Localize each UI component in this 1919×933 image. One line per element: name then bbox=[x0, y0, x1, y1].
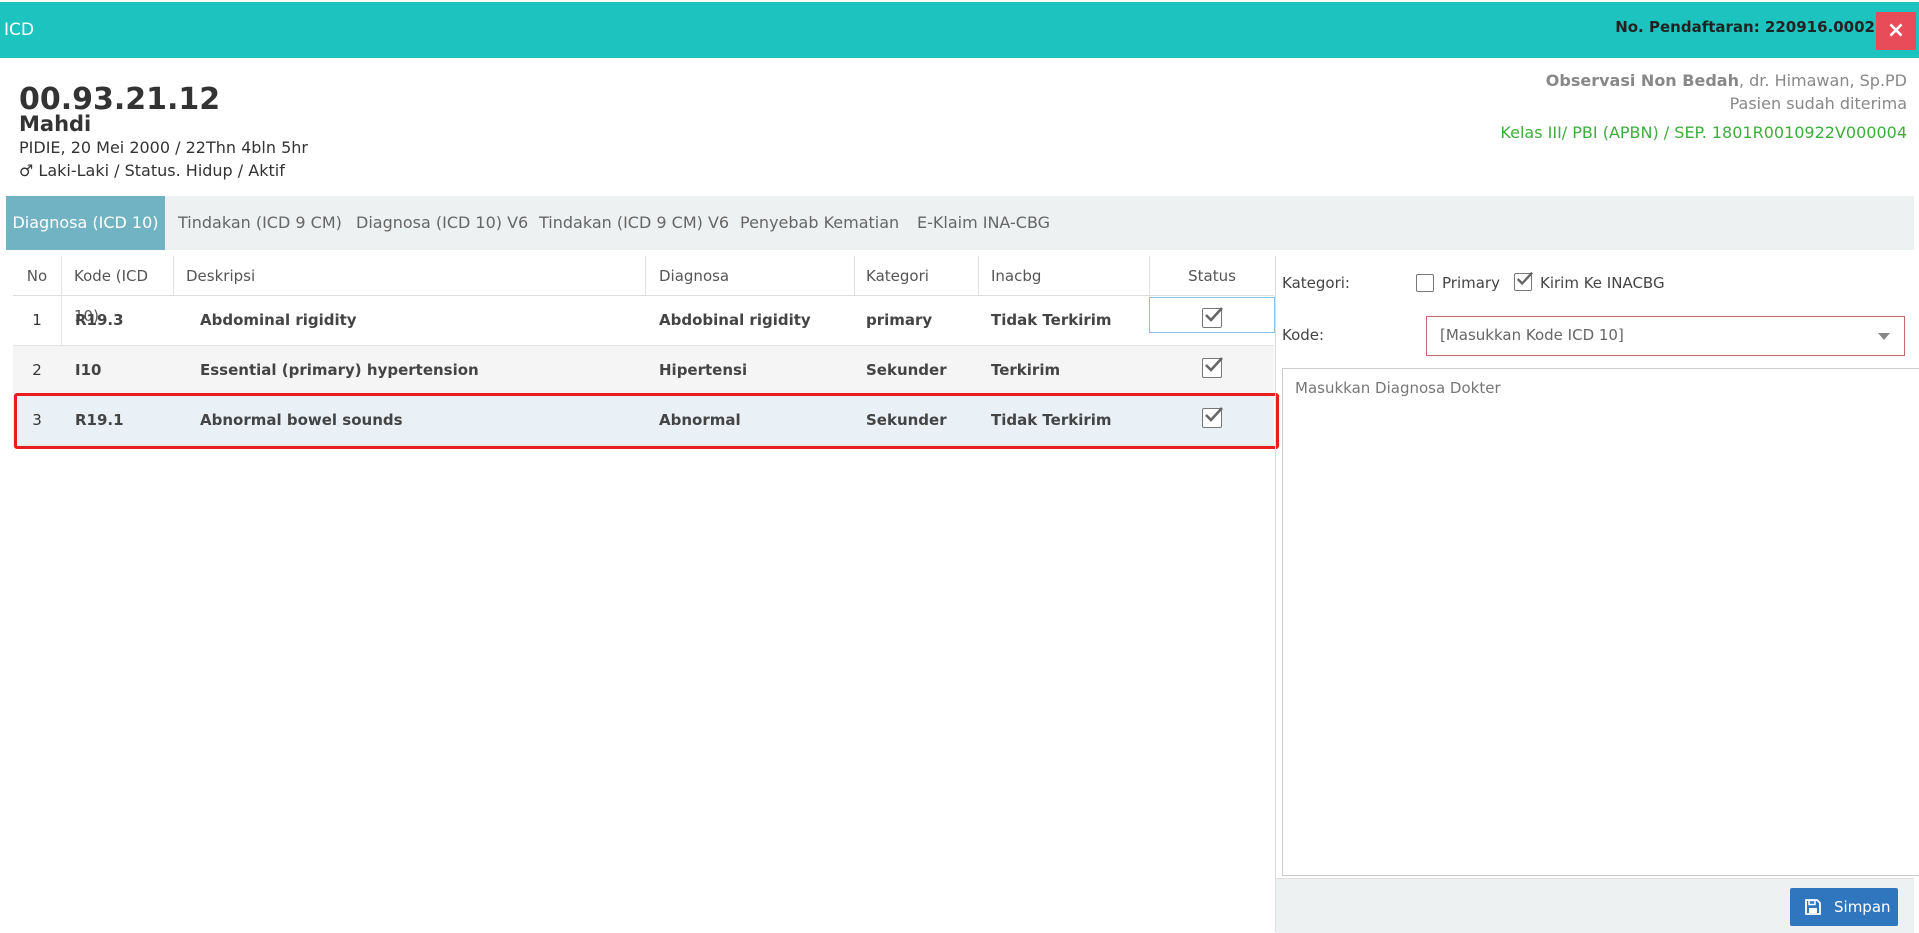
col-no[interactable]: No bbox=[13, 256, 62, 295]
dialog-titlebar: ICD No. Pendaftaran: 220916.0002 × bbox=[0, 2, 1919, 58]
row-diagnosa: Abdobinal rigidity bbox=[659, 311, 811, 329]
chevron-down-icon[interactable] bbox=[1878, 333, 1890, 340]
row-kategori: Sekunder bbox=[866, 361, 947, 379]
tab-diagnosa-icd10-v6[interactable]: Diagnosa (ICD 10) V6 bbox=[356, 196, 528, 250]
row-no: 2 bbox=[32, 361, 42, 379]
primary-checkbox[interactable] bbox=[1416, 274, 1434, 292]
row-diagnosa: Hipertensi bbox=[659, 361, 748, 379]
visit-unit: Observasi Non Bedah bbox=[1545, 71, 1739, 90]
row-description: Abdominal rigidity bbox=[200, 311, 357, 329]
tab-diagnosa-icd10[interactable]: Diagnosa (ICD 10) bbox=[6, 196, 165, 250]
kode-select-placeholder: [Masukkan Kode ICD 10] bbox=[1440, 326, 1624, 344]
icd-tabs: Diagnosa (ICD 10) Tindakan (ICD 9 CM) Di… bbox=[6, 196, 1914, 250]
status-checkbox[interactable] bbox=[1202, 307, 1223, 328]
class-sep-info: Kelas III/ PBI (APBN) / SEP. 1801R001092… bbox=[1500, 123, 1907, 142]
col-diagnosa[interactable]: Diagnosa bbox=[659, 256, 855, 295]
row-description: Essential (primary) hypertension bbox=[200, 361, 479, 379]
col-inacbg[interactable]: Inacbg bbox=[991, 256, 1150, 295]
col-status[interactable]: Status bbox=[1150, 256, 1274, 295]
patient-status-info: ♂ Laki-Laki / Status. Hidup / Aktif bbox=[19, 161, 285, 180]
diagnosis-form: Kategori: Primary Kirim Ke INACBG Kode: … bbox=[1276, 256, 1919, 933]
row-no: 1 bbox=[32, 311, 42, 329]
save-button-label: Simpan bbox=[1834, 898, 1891, 916]
table-row[interactable]: 1 R19.3 Abdominal rigidity Abdobinal rig… bbox=[13, 296, 1275, 346]
visit-doctor: , dr. Himawan, Sp.PD bbox=[1738, 71, 1907, 90]
save-button[interactable]: Simpan bbox=[1790, 888, 1898, 926]
selected-row-highlight bbox=[14, 393, 1279, 449]
col-kode[interactable]: Kode (ICD 10) bbox=[62, 256, 174, 325]
status-checkbox[interactable] bbox=[1202, 357, 1223, 378]
floppy-disk-icon bbox=[1805, 899, 1821, 915]
row-code: I10 bbox=[75, 361, 102, 379]
col-kategori[interactable]: Kategori bbox=[866, 256, 979, 295]
check-icon bbox=[1205, 307, 1223, 322]
kategori-label: Kategori: bbox=[1282, 274, 1350, 292]
tab-tindakan-icd9cm-v6[interactable]: Tindakan (ICD 9 CM) V6 bbox=[539, 196, 729, 250]
patient-name: Mahdi bbox=[19, 112, 92, 136]
check-icon bbox=[1516, 271, 1533, 286]
form-footer: Simpan bbox=[1276, 878, 1914, 933]
registration-number: No. Pendaftaran: 220916.0002 bbox=[1615, 18, 1875, 36]
dialog-title: ICD bbox=[4, 20, 34, 40]
table-row[interactable]: 2 I10 Essential (primary) hypertension H… bbox=[13, 346, 1274, 396]
close-icon[interactable]: × bbox=[1887, 18, 1905, 43]
tab-penyebab-kematian[interactable]: Penyebab Kematian bbox=[740, 196, 899, 250]
tab-eklaim-inacbg[interactable]: E-Klaim INA-CBG bbox=[917, 196, 1050, 250]
kirim-inacbg-label: Kirim Ke INACBG bbox=[1540, 274, 1665, 292]
close-button[interactable]: × bbox=[1876, 12, 1916, 50]
diagnosa-dokter-textarea[interactable] bbox=[1282, 368, 1919, 876]
acceptance-status: Pasien sudah diterima bbox=[1729, 94, 1907, 113]
col-deskripsi[interactable]: Deskripsi bbox=[186, 256, 646, 295]
row-kategori: primary bbox=[866, 311, 933, 329]
kirim-inacbg-checkbox[interactable] bbox=[1514, 271, 1533, 291]
primary-label: Primary bbox=[1442, 274, 1500, 292]
row-code: R19.3 bbox=[75, 311, 124, 329]
tab-tindakan-icd9cm[interactable]: Tindakan (ICD 9 CM) bbox=[178, 196, 342, 250]
patient-birth-info: PIDIE, 20 Mei 2000 / 22Thn 4bln 5hr bbox=[19, 138, 308, 157]
kode-label: Kode: bbox=[1282, 326, 1325, 344]
row-inacbg: Tidak Terkirim bbox=[991, 311, 1112, 329]
row-inacbg: Terkirim bbox=[991, 361, 1061, 379]
kode-select[interactable]: [Masukkan Kode ICD 10] bbox=[1426, 316, 1905, 356]
visit-unit-doctor: Observasi Non Bedah, dr. Himawan, Sp.PD bbox=[1546, 71, 1907, 90]
check-icon bbox=[1205, 357, 1223, 372]
table-header: No Kode (ICD 10) Deskripsi Diagnosa Kate… bbox=[13, 256, 1274, 325]
